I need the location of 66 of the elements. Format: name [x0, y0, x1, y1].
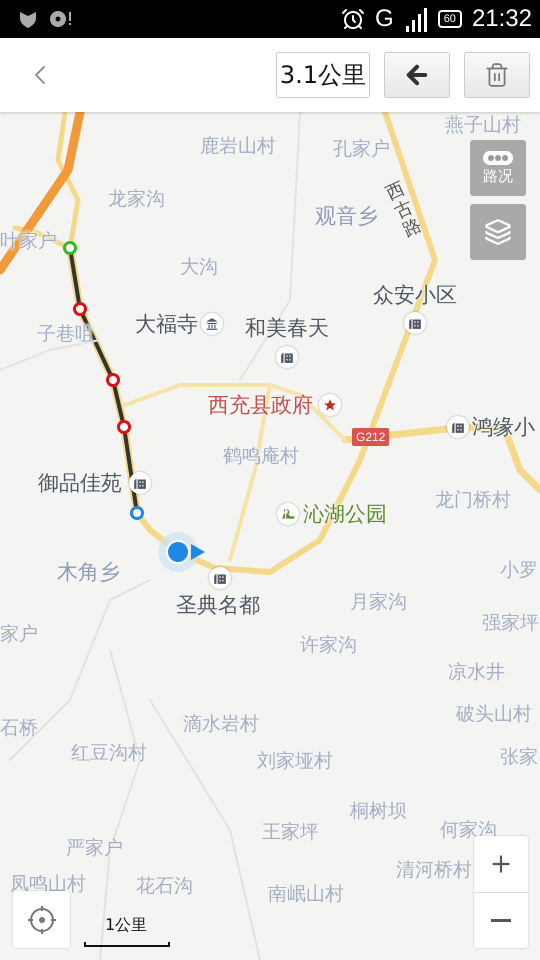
place-label: 圣典名都 [176, 595, 260, 616]
scale-label: 1公里 [105, 915, 148, 936]
place-label: 清河桥村 [396, 861, 472, 880]
route-waypoint[interactable] [106, 373, 120, 387]
place-marker-icon [404, 312, 426, 334]
network-type: G [375, 5, 394, 33]
place-label: 强家坪 [482, 614, 539, 633]
place-label: 小罗 [500, 561, 538, 580]
place-label: 花石沟 [136, 877, 193, 896]
disc-icon [48, 9, 74, 29]
place-label: 破头山村 [456, 705, 532, 724]
location-marker [158, 532, 205, 572]
road-label: 西古路 [383, 178, 425, 240]
route-waypoint[interactable] [73, 302, 87, 316]
place-label: 石桥 [0, 719, 38, 738]
place-label: 孔家户 [333, 140, 390, 159]
place-label: 鹿岩山村 [200, 137, 276, 156]
place-label: 和美春天 [245, 318, 329, 339]
place-marker-icon [201, 313, 223, 335]
place-marker-icon [209, 567, 231, 589]
highway-shield: G212 [352, 428, 390, 446]
delete-button[interactable] [464, 52, 530, 98]
undo-button[interactable] [384, 52, 450, 98]
place-marker-icon [447, 416, 469, 438]
layers-button[interactable] [470, 204, 526, 260]
place-marker-icon [277, 503, 299, 525]
place-label: 许家沟 [300, 636, 357, 655]
trash-icon [484, 62, 510, 88]
place-label: 沁湖公园 [303, 504, 387, 525]
place-label: 凉水井 [448, 663, 505, 682]
locate-icon [26, 904, 56, 934]
place-label: 张家 [500, 748, 538, 767]
distance-readout: 3.1公里 [276, 52, 370, 98]
place-label: 大福寺 [135, 314, 198, 335]
locate-button[interactable] [13, 891, 70, 948]
place-marker-icon [319, 394, 341, 416]
place-label: 观音乡 [315, 206, 378, 227]
place-label: 月家沟 [350, 593, 407, 612]
place-label: 王家坪 [262, 823, 319, 842]
minus-icon [491, 919, 511, 922]
place-label: 西充县政府 [208, 395, 313, 416]
route-waypoint[interactable] [130, 506, 144, 520]
place-label: 御品佳苑 [38, 473, 122, 494]
battery-level: 60 [438, 10, 462, 28]
place-label: 严家户 [66, 839, 123, 858]
place-label: 桐树坝 [350, 802, 407, 821]
place-label: 龙门桥村 [435, 491, 511, 510]
route-waypoint[interactable] [117, 420, 131, 434]
place-marker-icon [276, 346, 298, 368]
place-label: 龙家沟 [108, 190, 165, 209]
place-label: 家户 [0, 625, 38, 644]
signal-icon [404, 6, 428, 32]
place-label: 燕子山村 [445, 116, 521, 135]
layers-icon [484, 218, 512, 246]
place-label: 刘家垭村 [257, 752, 333, 771]
clock-time: 21:32 [472, 5, 532, 33]
place-label: 南岷山村 [268, 885, 344, 904]
place-label: 滴水岩村 [183, 715, 259, 734]
place-marker-icon [129, 472, 151, 494]
traffic-button[interactable]: 路况 [470, 140, 526, 196]
alarm-icon [341, 7, 366, 31]
place-label: 大沟 [180, 258, 218, 277]
dots-icon [483, 150, 513, 164]
place-label: 木角乡 [57, 562, 120, 583]
shield-icon [18, 9, 38, 29]
place-label: 红豆沟村 [71, 744, 147, 763]
